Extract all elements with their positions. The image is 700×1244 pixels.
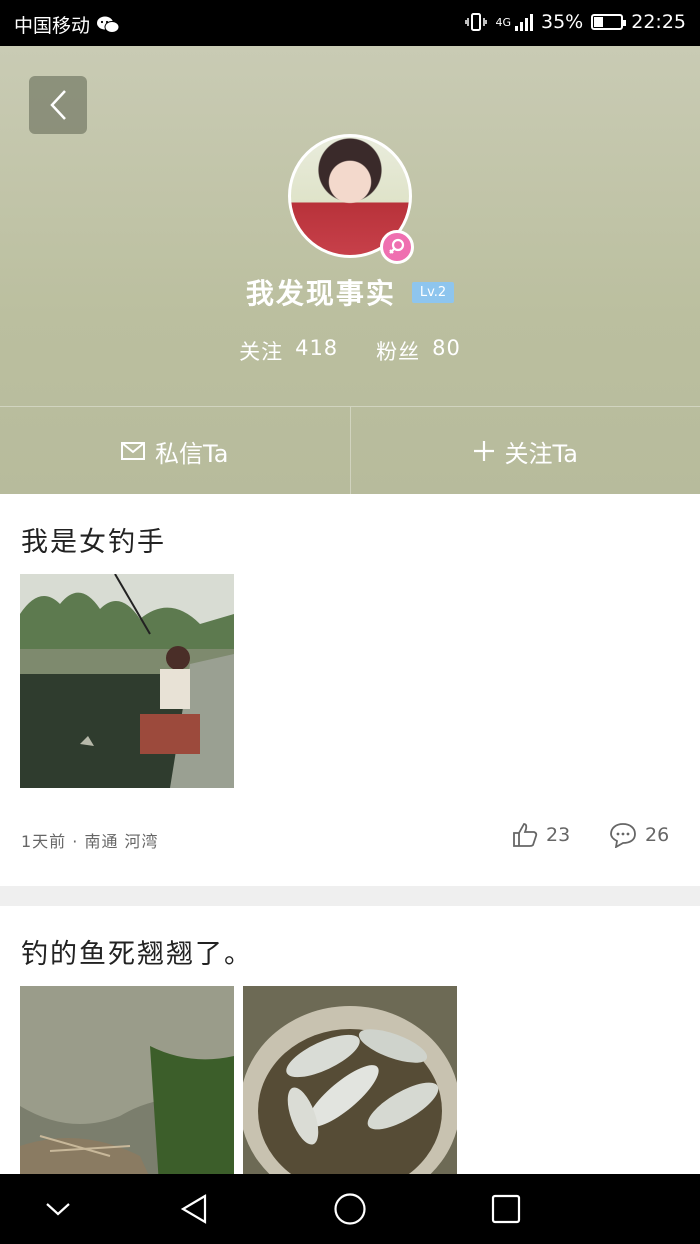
carrier-name: 中国移动 <box>14 15 91 37</box>
wechat-icon <box>97 16 120 33</box>
follow-button[interactable]: 关注Ta <box>349 407 700 495</box>
signal-icon <box>515 13 533 31</box>
network-type: 4G <box>495 15 511 29</box>
comment-button[interactable]: 26 <box>609 822 669 848</box>
mail-icon <box>121 442 146 460</box>
fans-stat[interactable]: 粉丝 80 <box>376 336 461 366</box>
fans-count: 80 <box>432 336 461 360</box>
like-button[interactable]: 23 <box>512 822 570 848</box>
triangle-back-icon <box>180 1194 207 1224</box>
avatar-wrapper[interactable] <box>288 134 414 264</box>
status-bar: 中国移动 4G 35% 22:25 <box>0 0 700 46</box>
nav-back-button[interactable] <box>154 1174 234 1244</box>
post-card[interactable]: 我是女钓手 1天前 · 南通 河湾 23 26 <box>0 494 700 886</box>
post-image[interactable] <box>20 574 234 788</box>
plus-icon <box>473 441 494 461</box>
fans-label: 粉丝 <box>376 340 421 364</box>
battery-icon <box>591 14 627 30</box>
action-bar: 私信Ta 关注Ta <box>0 406 700 495</box>
message-button[interactable]: 私信Ta <box>0 407 350 495</box>
comment-count: 26 <box>645 824 670 846</box>
username: 我发现事实 <box>245 277 396 310</box>
battery-percent: 35% <box>541 11 584 33</box>
message-label: 私信Ta <box>155 439 229 468</box>
circle-home-icon <box>334 1193 366 1225</box>
follow-label: 关注Ta <box>504 439 578 468</box>
back-button[interactable] <box>29 76 87 134</box>
chevron-left-icon <box>50 90 66 120</box>
nav-recents-button[interactable] <box>466 1174 546 1244</box>
square-recents-icon <box>491 1194 521 1224</box>
following-label: 关注 <box>239 340 284 364</box>
post-image[interactable] <box>20 986 234 1174</box>
post-title: 钓的鱼死翘翘了。 <box>21 939 253 970</box>
vibrate-icon <box>465 13 488 31</box>
comment-icon <box>610 823 636 848</box>
following-count: 418 <box>295 336 339 360</box>
post-title: 我是女钓手 <box>21 527 166 558</box>
follow-stats: 关注 418 粉丝 80 <box>0 336 700 366</box>
level-badge: Lv.2 <box>411 281 455 303</box>
post-image[interactable] <box>243 986 457 1174</box>
nav-home-button[interactable] <box>310 1174 390 1244</box>
following-stat[interactable]: 关注 418 <box>239 336 338 366</box>
post-divider <box>0 886 700 906</box>
username-row: 我发现事实 Lv.2 <box>0 272 700 312</box>
clock: 22:25 <box>631 11 686 33</box>
post-meta: 1天前 · 南通 河湾 <box>21 832 159 851</box>
like-count: 23 <box>546 824 571 846</box>
profile-header: 我发现事实 Lv.2 关注 418 粉丝 80 私信Ta 关注Ta <box>0 46 700 495</box>
nav-collapse-button[interactable] <box>18 1174 98 1244</box>
chevron-down-icon <box>46 1203 70 1216</box>
female-icon <box>380 230 414 264</box>
post-card[interactable]: 钓的鱼死翘翘了。 <box>0 906 700 1174</box>
carrier-info: 中国移动 <box>14 11 120 38</box>
thumbs-up-icon <box>513 823 538 847</box>
system-nav-bar <box>0 1174 700 1244</box>
status-right: 4G 35% 22:25 <box>465 11 686 33</box>
